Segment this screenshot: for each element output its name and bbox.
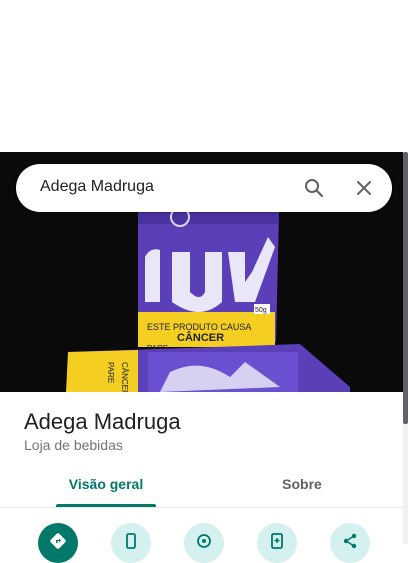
send-to-phone-button[interactable] xyxy=(257,523,297,563)
warning-text-line2: CÂNCER xyxy=(177,331,224,344)
back-pack-text-line1: PARE xyxy=(106,362,115,383)
place-category[interactable]: Loja de bebidas xyxy=(24,437,123,453)
back-pack-text-line2: CÂNCER xyxy=(120,362,129,392)
place-name: Adega Madruga xyxy=(24,409,181,434)
search-input[interactable]: Adega Madruga xyxy=(40,178,154,196)
package-weight: 50g xyxy=(255,307,267,314)
share-button[interactable] xyxy=(330,523,370,563)
search-box[interactable]: Adega Madruga xyxy=(16,164,392,212)
share-location-button[interactable] xyxy=(184,523,224,563)
tab-about[interactable]: Sobre xyxy=(252,476,352,508)
phone-icon xyxy=(126,533,136,549)
share-location-icon xyxy=(197,534,211,548)
scrollbar-thumb[interactable] xyxy=(403,152,408,424)
tabs-divider xyxy=(0,507,403,508)
call-button[interactable] xyxy=(111,523,151,563)
save-to-phone-icon xyxy=(271,533,283,549)
close-icon[interactable] xyxy=(352,176,376,200)
directions-button[interactable] xyxy=(38,523,78,563)
search-icon[interactable] xyxy=(302,176,326,200)
warning-text-line1: ESTE PRODUTO CAUSA xyxy=(147,322,251,332)
share-icon xyxy=(343,533,357,549)
blank-header-area xyxy=(0,0,408,152)
directions-icon xyxy=(50,533,66,549)
